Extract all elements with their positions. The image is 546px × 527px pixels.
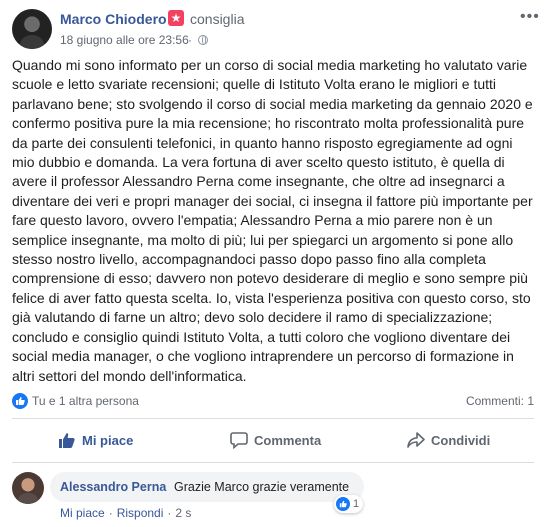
- commenter-avatar[interactable]: [12, 472, 44, 504]
- post-body-text: Quando mi sono informato per un corso di…: [12, 57, 533, 384]
- comment-button-label: Commenta: [254, 432, 322, 448]
- separator: ·: [108, 506, 113, 520]
- comment-actions: Mi piace · Rispondi · 2 s: [60, 506, 191, 520]
- like-button-label: Mi piace: [82, 432, 134, 448]
- share-button-label: Condividi: [431, 432, 491, 448]
- thumbs-up-icon: [59, 433, 75, 448]
- post-timestamp[interactable]: 18 giugno alle ore 23:56: [60, 33, 189, 47]
- divider: [12, 418, 534, 419]
- comment-bubble-icon: [230, 432, 248, 449]
- comment-text: Grazie Marco grazie veramente: [174, 480, 350, 494]
- like-button[interactable]: Mi piace: [58, 423, 133, 457]
- globe-icon: [198, 35, 208, 45]
- share-button[interactable]: Condividi: [407, 423, 490, 457]
- divider: [12, 462, 534, 463]
- comment-author-name[interactable]: Alessandro Perna: [60, 480, 166, 494]
- author-avatar[interactable]: [12, 9, 52, 49]
- comment-reaction-badge[interactable]: 1: [334, 495, 364, 513]
- recommendation-label: consiglia: [190, 11, 245, 27]
- separator: ·: [167, 506, 172, 520]
- reactions-summary[interactable]: Tu e 1 altra persona: [32, 394, 139, 408]
- recommend-badge-icon: ★: [168, 10, 184, 26]
- comment-button[interactable]: Commenta: [230, 423, 321, 457]
- review-post: Marco Chiodero ★ consiglia 18 giugno all…: [0, 0, 546, 527]
- post-author-name[interactable]: Marco Chiodero: [60, 11, 167, 27]
- comments-count[interactable]: Commenti: 1: [466, 394, 534, 408]
- like-reaction-icon: [336, 497, 350, 511]
- comment-reply-link[interactable]: Rispondi: [117, 506, 164, 520]
- like-reaction-icon[interactable]: [12, 393, 28, 409]
- comment-timestamp[interactable]: 2 s: [175, 506, 191, 520]
- share-arrow-icon: [407, 432, 425, 448]
- comment-like-link[interactable]: Mi piace: [60, 506, 105, 520]
- comment-like-count: 1: [353, 498, 360, 510]
- date-separator: ·: [188, 33, 192, 47]
- more-options-icon[interactable]: •••: [520, 8, 540, 26]
